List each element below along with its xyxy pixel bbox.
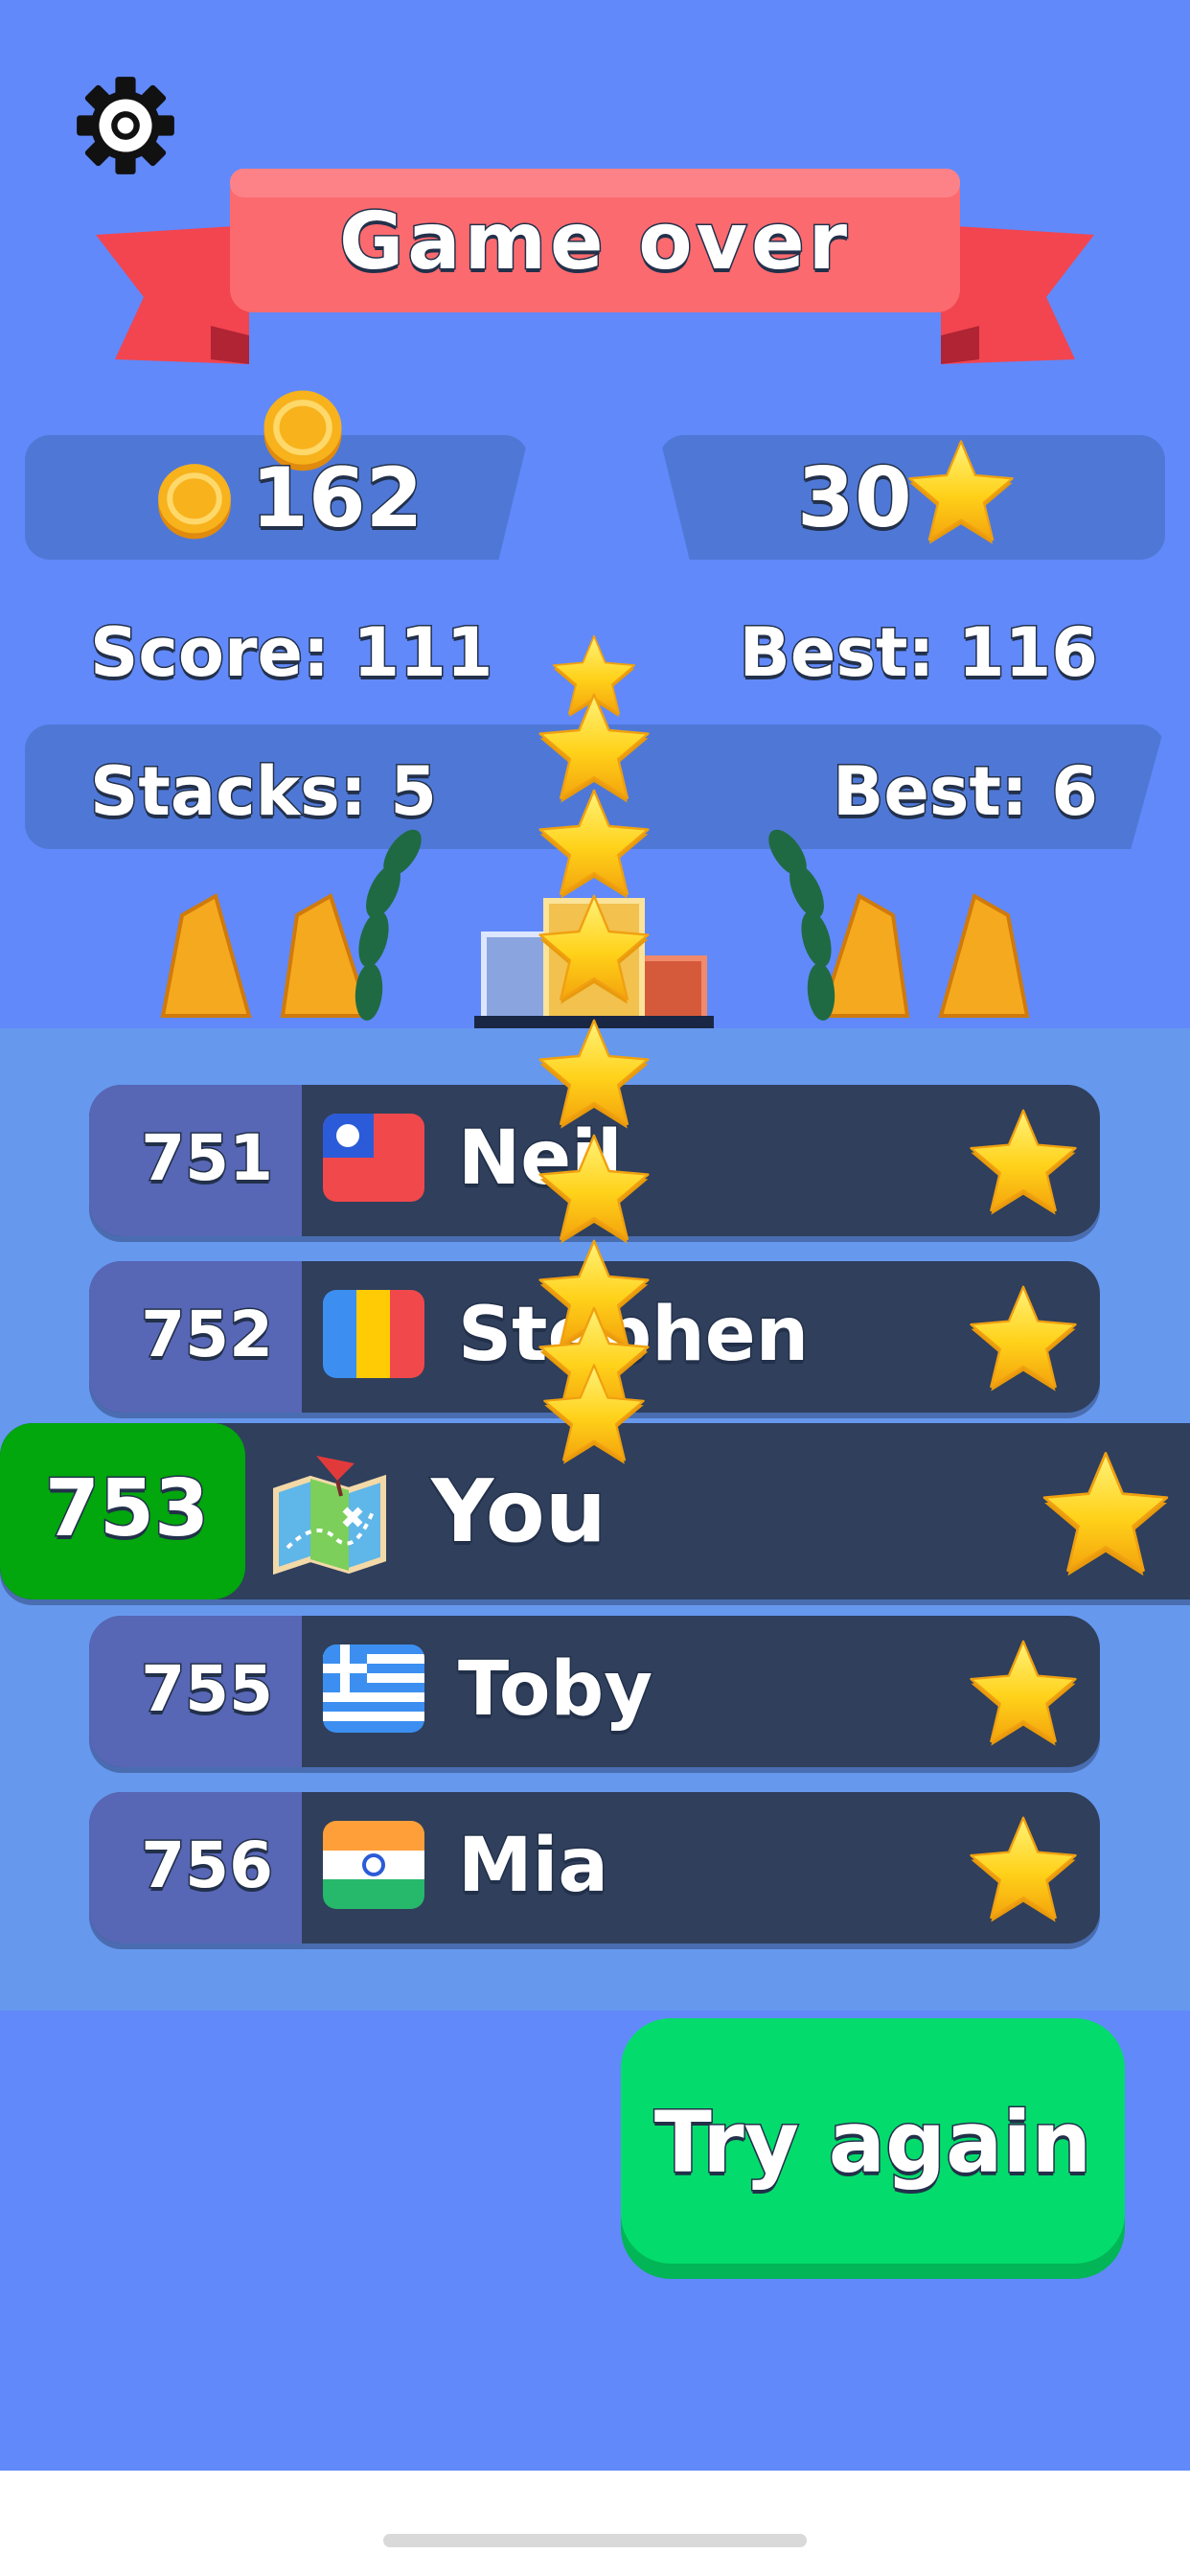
try-again-label: Try again (652, 2092, 1092, 2194)
best-stacks-label: Best: 6 (831, 751, 1099, 833)
star-icon (1041, 1448, 1171, 1578)
player-name: You (430, 1460, 608, 1564)
best-score-label: Best: 116 (738, 612, 1099, 694)
star-icon (968, 1813, 1079, 1924)
rank-number: 756 (140, 1828, 275, 1904)
star-icon (968, 1282, 1079, 1393)
leaderboard-row[interactable]: 752 Stephen (89, 1261, 1100, 1413)
player-name: Neil (457, 1115, 625, 1204)
india-flag-icon (323, 1821, 424, 1909)
player-name: Mia (457, 1822, 610, 1911)
leaderboard-row-you[interactable]: 753 You (0, 1423, 1190, 1599)
leaderboard-row[interactable]: 756 Mia (89, 1792, 1100, 1944)
gear-icon[interactable] (75, 75, 176, 176)
podium-scene (160, 829, 1030, 1030)
score-label: Score: 111 (88, 612, 493, 694)
rank-number: 751 (140, 1120, 275, 1197)
player-name: Toby (456, 1645, 653, 1735)
try-again-button[interactable]: Try again (621, 2018, 1125, 2264)
home-indicator[interactable] (383, 2534, 807, 2547)
greece-flag-icon (323, 1644, 424, 1733)
coin-icon (153, 456, 236, 544)
page-title: Game over (337, 196, 852, 289)
leaderboard-row[interactable]: 755 Toby (89, 1616, 1100, 1767)
star-count: 30 (796, 449, 914, 548)
star-icon (906, 437, 1016, 546)
romania-flag-icon (323, 1290, 424, 1378)
coin-count: 162 (250, 449, 425, 548)
star-icon (968, 1637, 1079, 1748)
taiwan-flag-icon (323, 1114, 424, 1202)
player-name: Stephen (456, 1291, 810, 1380)
bottom-safe-area (0, 2471, 1190, 2576)
star-icon (968, 1106, 1079, 1217)
rank-number: 755 (140, 1651, 275, 1728)
rank-number: 752 (140, 1297, 275, 1373)
rank-number: 753 (43, 1462, 210, 1556)
map-icon (273, 1456, 386, 1575)
stacks-label: Stacks: 5 (89, 751, 439, 833)
leaderboard-row[interactable]: 751 Neil (89, 1085, 1100, 1236)
